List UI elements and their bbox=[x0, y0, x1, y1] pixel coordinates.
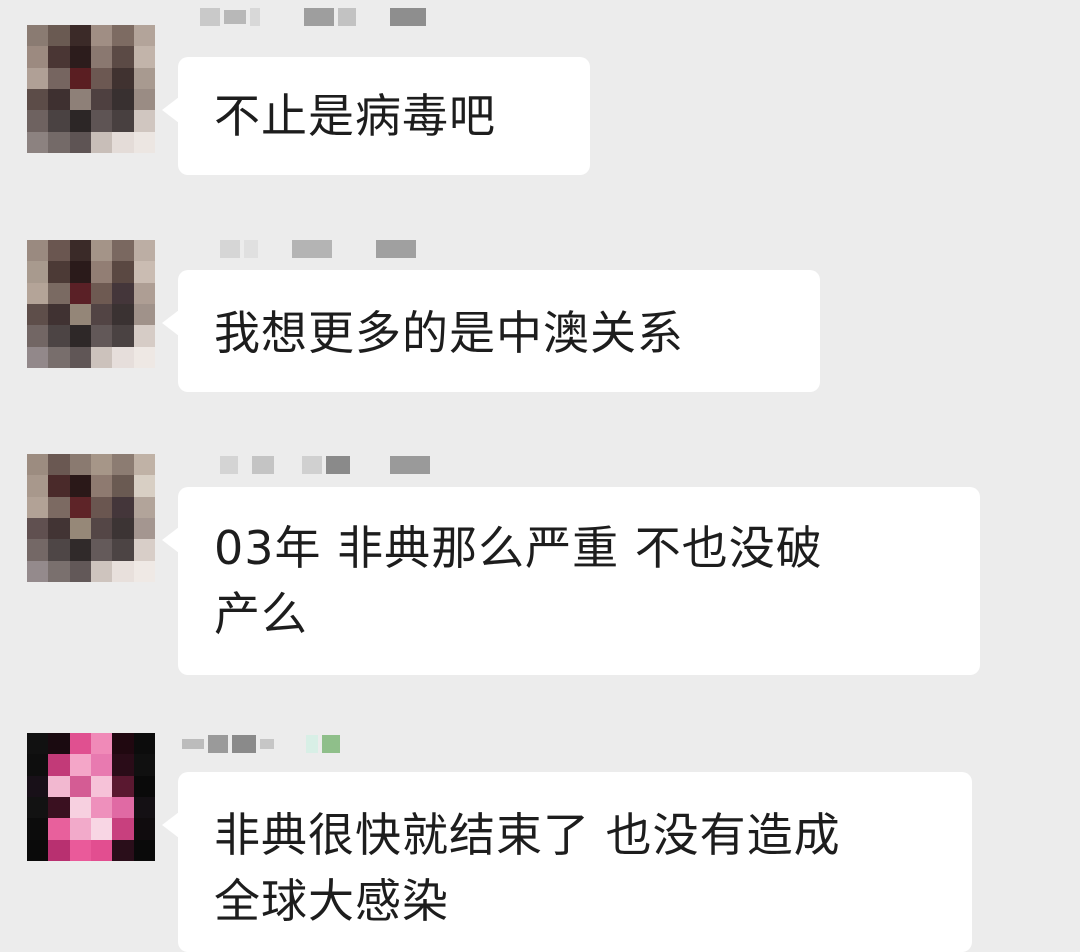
message-bubble[interactable]: 不止是病毒吧 bbox=[162, 57, 590, 175]
sender-name-blurred bbox=[182, 733, 344, 755]
sender-avatar[interactable] bbox=[27, 454, 155, 582]
sender-avatar[interactable] bbox=[27, 240, 155, 368]
sender-name-blurred bbox=[220, 454, 434, 476]
sender-name-blurred bbox=[200, 6, 430, 28]
message-bubble[interactable]: 我想更多的是中澳关系 bbox=[162, 270, 820, 392]
sender-name-blurred bbox=[220, 238, 420, 260]
message-bubble[interactable]: 非典很快就结束了 也没有造成 全球大感染 bbox=[162, 772, 972, 952]
message-text: 03年 非典那么严重 不也没破 产么 bbox=[214, 521, 823, 641]
sender-avatar[interactable] bbox=[27, 25, 155, 153]
chat-message-list[interactable]: 不止是病毒吧 我想更多的是中澳关系 03年 非典那么严重 不也没破 产么 非典很… bbox=[0, 0, 1080, 952]
message-bubble[interactable]: 03年 非典那么严重 不也没破 产么 bbox=[162, 487, 980, 675]
message-text: 不止是病毒吧 bbox=[214, 89, 496, 143]
message-text: 我想更多的是中澳关系 bbox=[214, 306, 684, 360]
message-text: 非典很快就结束了 也没有造成 全球大感染 bbox=[214, 808, 841, 928]
sender-avatar[interactable] bbox=[27, 733, 155, 861]
